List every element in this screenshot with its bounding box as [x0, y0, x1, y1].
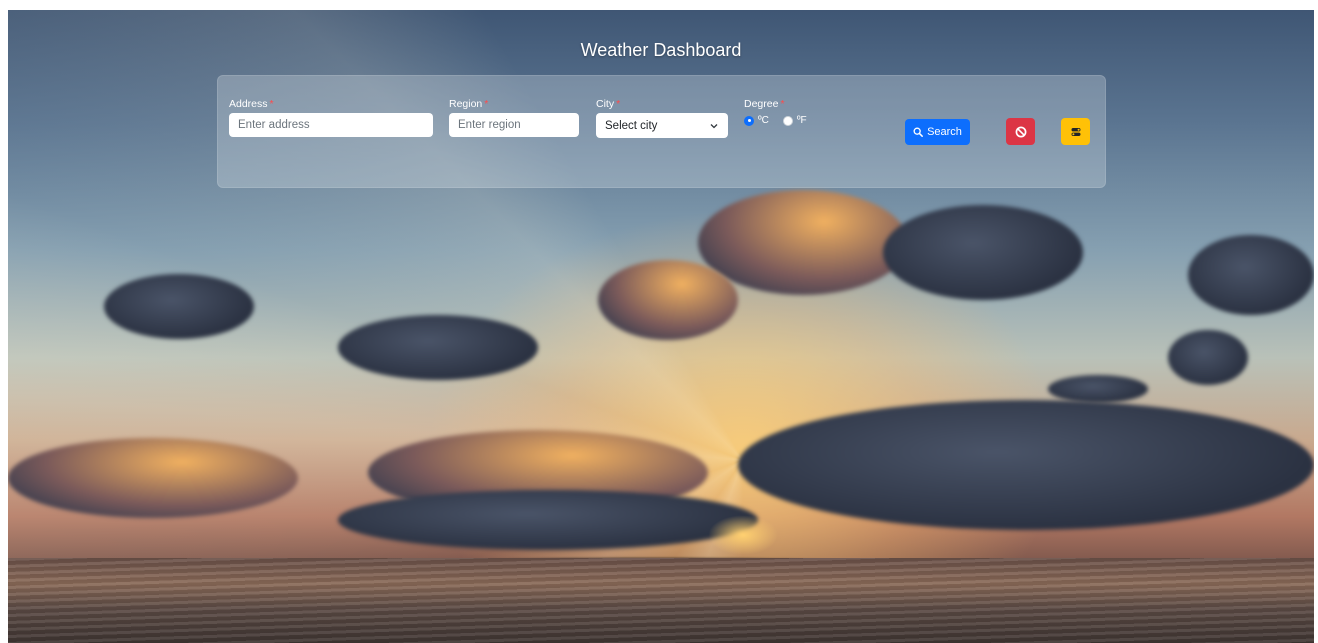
search-button-label: Search: [927, 126, 962, 138]
search-panel: Address* Region* City* Select city Degre…: [217, 75, 1106, 188]
cloud: [104, 274, 254, 339]
radio-fahrenheit[interactable]: [782, 115, 793, 126]
cloud: [338, 490, 758, 550]
toggle-button[interactable]: [1061, 118, 1090, 145]
required-mark: *: [484, 98, 489, 110]
degree-radio-group: ºC ºF: [744, 115, 815, 126]
city-select-value: Select city: [605, 119, 658, 132]
degree-option-label: ºC: [758, 115, 769, 126]
page-title: Weather Dashboard: [580, 40, 742, 60]
city-select[interactable]: Select city: [596, 113, 728, 138]
required-mark: *: [269, 98, 274, 110]
ban-icon: [1015, 126, 1026, 137]
degree-label: Degree *: [744, 98, 785, 110]
cloud: [1188, 235, 1314, 315]
region-label: Region *: [449, 98, 489, 110]
cloud: [338, 315, 538, 380]
dashboard-frame: Weather Dashboard Address* Region* City*…: [8, 10, 1314, 643]
clear-button[interactable]: [1006, 118, 1035, 145]
chevron-down-icon: [710, 123, 718, 128]
cloud: [1048, 375, 1148, 403]
cloud: [698, 190, 908, 295]
toggle-icon: [1071, 127, 1080, 136]
address-input[interactable]: [229, 113, 433, 137]
cloud: [598, 260, 738, 340]
sea: [8, 558, 1314, 643]
cloud: [1168, 330, 1248, 385]
search-button[interactable]: Search: [905, 119, 970, 145]
cloud: [8, 438, 298, 518]
cloud: [738, 400, 1314, 530]
address-label: Address *: [229, 98, 274, 110]
cloud: [883, 205, 1083, 300]
city-label: City *: [596, 98, 621, 110]
required-mark: *: [780, 98, 785, 110]
search-icon: [913, 127, 923, 137]
sun: [708, 515, 778, 555]
degree-option-celsius[interactable]: ºC: [744, 115, 769, 126]
region-input[interactable]: [449, 113, 579, 137]
required-mark: *: [616, 98, 621, 110]
degree-option-label: ºF: [796, 115, 807, 126]
degree-option-fahrenheit[interactable]: ºF: [782, 115, 807, 126]
radio-celsius[interactable]: [744, 115, 754, 126]
